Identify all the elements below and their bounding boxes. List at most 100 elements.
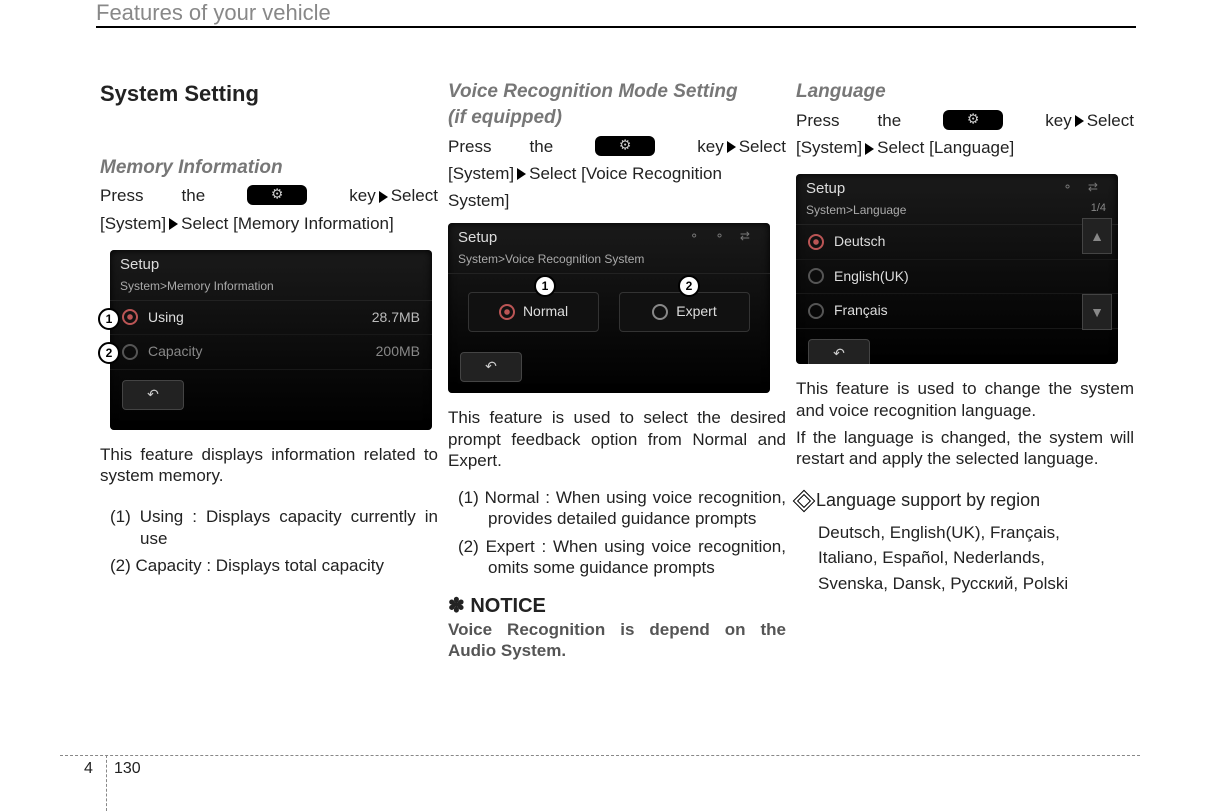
- normal-label: Normal: [523, 303, 568, 319]
- using-value: 28.7MB: [372, 309, 420, 327]
- notice-body: Voice Recognition is depend on the Audio…: [448, 619, 786, 662]
- normal-option[interactable]: Normal: [468, 292, 599, 332]
- press-line-2b: System]: [448, 190, 786, 211]
- radio-on-icon: [808, 234, 824, 250]
- word-the: the: [530, 136, 554, 157]
- language-subhead: Language: [796, 80, 1134, 104]
- lang-label: Français: [834, 302, 1106, 320]
- word-key: key: [697, 137, 723, 156]
- press-line-2: [System]Select [Voice Recognition: [448, 163, 786, 184]
- memory-li1: (1) Using : Displays capacity currently …: [110, 506, 438, 549]
- press-line-1: Press the key Select: [448, 136, 786, 157]
- capacity-value: 200MB: [376, 343, 420, 361]
- radio-off-icon: [808, 268, 824, 284]
- capacity-label: Capacity: [148, 343, 376, 361]
- screenshot-breadcrumb: System>Voice Recognition System: [448, 250, 770, 274]
- vrs-subhead-1: Voice Recognition Mode Setting: [448, 80, 786, 104]
- radio-on-icon: [122, 309, 138, 325]
- notice-label: ✽ NOTICE: [448, 594, 786, 619]
- expert-option[interactable]: Expert: [619, 292, 750, 332]
- vrs-li2: (2) Expert : When using voice recognitio…: [458, 536, 786, 579]
- page-number: 130: [114, 760, 141, 778]
- capacity-row: Capacity 200MB: [110, 335, 432, 370]
- footer-vertical-rule: [106, 755, 107, 811]
- screenshot-breadcrumb: System>Language: [796, 201, 1118, 225]
- triangle-icon: [727, 141, 736, 153]
- memory-li2: (2) Capacity : Displays total capacity: [110, 555, 438, 576]
- press-line-2: [System]Select [Memory Information]: [100, 213, 438, 234]
- lang-body-2: If the language is changed, the system w…: [796, 427, 1134, 470]
- lang-support-label: Language support by region: [816, 490, 1040, 510]
- column-2: Voice Recognition Mode Setting (if equip…: [448, 80, 786, 668]
- vrs-body: This feature is used to select the desir…: [448, 407, 786, 471]
- using-label: Using: [148, 309, 372, 327]
- language-screenshot: Setup ⚬ ⇄ System>Language 1/4 Deutsch En…: [796, 174, 1118, 364]
- expert-label: Expert: [676, 303, 716, 319]
- word-press: Press: [100, 185, 143, 206]
- screenshot-breadcrumb: System>Memory Information: [110, 277, 432, 301]
- section-title: System Setting: [100, 80, 438, 108]
- page: Features of your vehicle System Setting …: [0, 0, 1220, 811]
- diamond-icon: [796, 493, 810, 507]
- press-l2-text: Select [Memory Information]: [181, 214, 394, 233]
- memory-body: This feature displays information relate…: [100, 444, 438, 487]
- lang-support-line2: Italiano, Español, Nederlands,: [818, 545, 1134, 571]
- column-1: System Setting Memory Information Press …: [100, 80, 438, 582]
- scroll-up-button[interactable]: ▲: [1082, 218, 1112, 254]
- triangle-icon: [169, 218, 178, 230]
- lang-row-english[interactable]: English(UK): [796, 260, 1118, 295]
- vrs-subhead-2: (if equipped): [448, 106, 786, 130]
- marker-1: 1: [98, 308, 120, 330]
- status-icons: ⚬ ⇄: [1063, 180, 1104, 195]
- word-the: the: [182, 185, 206, 206]
- back-button[interactable]: ↶: [460, 352, 522, 382]
- lang-body-1: This feature is used to change the syste…: [796, 378, 1134, 421]
- word-select: Select: [739, 137, 786, 156]
- scroll-down-button[interactable]: ▼: [1082, 294, 1112, 330]
- lang-support-line1: Deutsch, English(UK), Français,: [818, 520, 1134, 546]
- gear-icon: [943, 110, 1003, 130]
- word-press: Press: [796, 110, 839, 131]
- memory-info-subhead: Memory Information: [100, 156, 438, 180]
- radio-off-icon: [808, 303, 824, 319]
- word-press: Press: [448, 136, 491, 157]
- vrs-screenshot: Setup ⚬ ⚬ ⇄ System>Voice Recognition Sys…: [448, 223, 770, 393]
- lang-support-line3: Svenska, Dansk, Русский, Polski: [818, 571, 1134, 597]
- screenshot-title: Setup: [110, 250, 432, 277]
- memory-info-screenshot: Setup System>Memory Information Using 28…: [110, 250, 432, 430]
- triangle-icon: [517, 168, 526, 180]
- footer-rule: [60, 755, 1140, 756]
- back-button[interactable]: ↶: [122, 380, 184, 410]
- word-key: key: [349, 186, 375, 205]
- press-line-1: Press the key Select: [100, 185, 438, 206]
- lang-row-francais[interactable]: Français: [796, 294, 1118, 329]
- gear-icon: [595, 136, 655, 156]
- radio-on-icon: [499, 304, 515, 320]
- word-select: Select: [391, 186, 438, 205]
- back-button[interactable]: ↶: [808, 339, 870, 365]
- radio-off-icon: [652, 304, 668, 320]
- chapter-number: 4: [84, 760, 93, 778]
- status-icons: ⚬ ⚬ ⇄: [689, 229, 756, 244]
- lang-support-heading: Language support by region: [796, 489, 1134, 512]
- header-title: Features of your vehicle: [96, 0, 331, 26]
- vrs-li1: (1) Normal : When using voice recognitio…: [458, 487, 786, 530]
- column-3: Language Press the keySelect [System]Sel…: [796, 80, 1134, 596]
- marker-2: 2: [98, 342, 120, 364]
- word-the: the: [878, 110, 902, 131]
- press-line-2: [System]Select [Language]: [796, 137, 1134, 158]
- header-rule: [96, 26, 1136, 28]
- lang-row-deutsch[interactable]: Deutsch: [796, 225, 1118, 260]
- press-l2a: Select [Voice Recognition: [529, 164, 722, 183]
- using-row: Using 28.7MB: [110, 301, 432, 336]
- press-l2: Select [Language]: [877, 138, 1014, 157]
- triangle-icon: [865, 143, 874, 155]
- triangle-icon: [379, 191, 388, 203]
- lang-label: Deutsch: [834, 233, 1106, 251]
- gear-icon: [247, 185, 307, 205]
- press-line-1: Press the keySelect: [796, 110, 1134, 131]
- word-select: Select: [1087, 111, 1134, 130]
- page-count: 1/4: [1091, 202, 1106, 216]
- triangle-icon: [1075, 115, 1084, 127]
- lang-label: English(UK): [834, 268, 1106, 286]
